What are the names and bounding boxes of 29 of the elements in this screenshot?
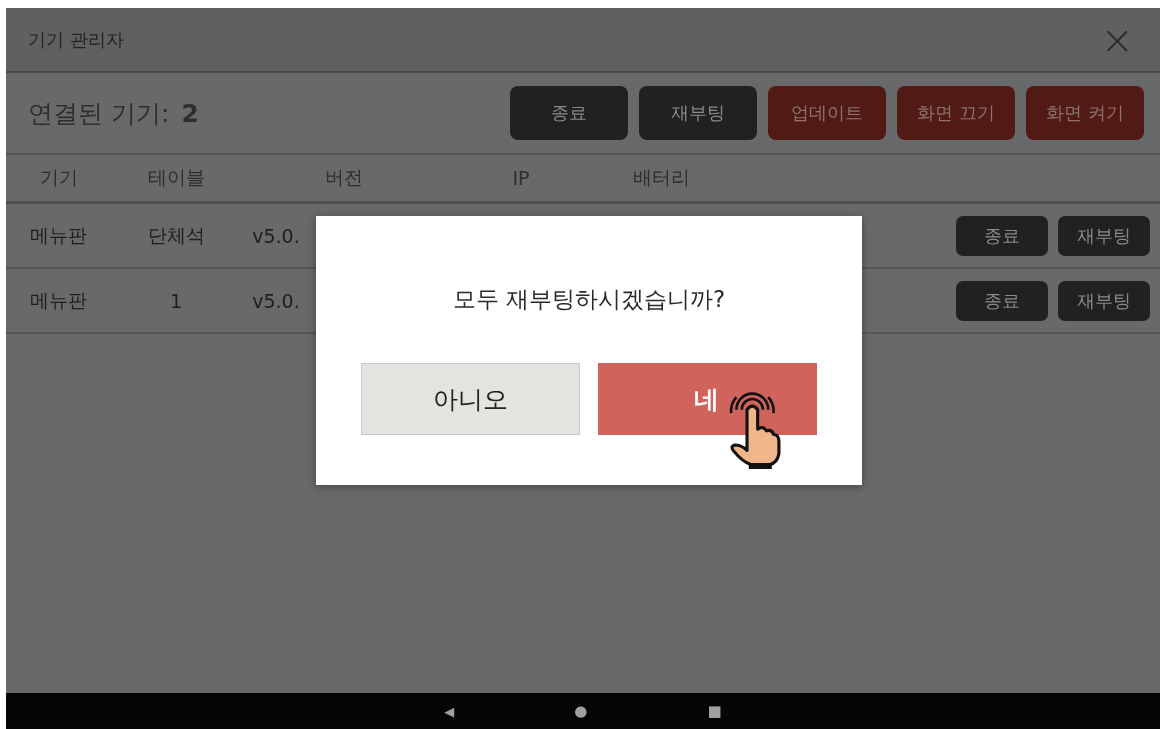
column-header: 배터리 [631,165,691,190]
row-button[interactable]: 종료 [956,215,1048,256]
toolbar-button[interactable]: 재부팅 [639,86,757,140]
device-cell-text: 메뉴판 [29,287,88,313]
version-cell-text: v5.0. [251,224,301,247]
connected-devices-count: 2 [181,98,199,128]
back-button[interactable]: ◀ [444,703,455,719]
toolbar-button[interactable]: 화면 끄기 [897,86,1015,140]
column-header: IP [511,167,531,189]
confirm-button[interactable]: 네 [598,363,817,435]
window-title: 기기 관리자 [28,27,124,52]
row-button[interactable]: 재부팅 [1058,215,1150,256]
toolbar-button[interactable]: 화면 켜기 [1026,86,1144,140]
toolbar-button[interactable]: 종료 [510,86,628,140]
toolbar-button[interactable]: 업데이트 [768,86,886,140]
recents-button[interactable]: ■ [707,702,722,720]
connected-devices-label: 연결된 기기: [28,97,170,130]
dialog-message: 모두 재부팅하시겠습니까? [452,285,726,314]
home-button[interactable]: ● [574,702,588,720]
device-cell-text: 메뉴판 [29,222,88,248]
column-header: 기기 [38,165,79,190]
version-cell-text: v5.0. [251,289,301,312]
column-header: 버전 [323,165,364,190]
row-button[interactable]: 종료 [956,280,1048,321]
column-header: 테이블 [146,165,206,190]
row-button[interactable]: 재부팅 [1058,280,1150,321]
table-cell-text: 1 [168,289,184,312]
table-cell-text: 단체석 [146,222,206,248]
cancel-button[interactable]: 아니오 [361,363,580,435]
